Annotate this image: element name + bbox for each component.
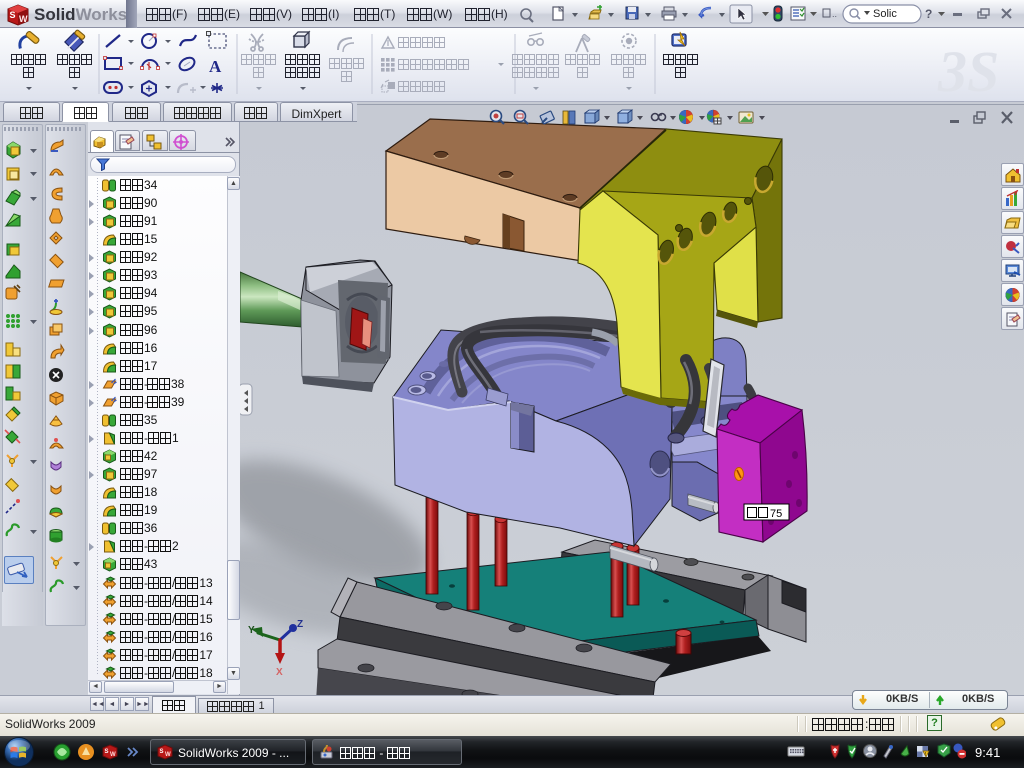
svg-text:X: X [276,667,283,678]
svg-text:Y: Y [248,625,255,636]
svg-text:Solic: Solic [873,8,897,20]
svg-text:..: .. [832,9,837,19]
svg-text:S: S [105,749,109,755]
svg-text:?: ? [925,7,932,21]
svg-text:S: S [160,749,164,755]
svg-text:SolidWorks: SolidWorks [34,5,127,24]
svg-text:Z: Z [297,619,303,630]
svg-text:75: 75 [770,508,782,520]
svg-text:S: S [10,10,16,20]
svg-text:W: W [110,752,116,758]
svg-text:!: ! [925,752,926,758]
svg-text:W: W [19,14,28,24]
svg-text:W: W [165,752,171,758]
